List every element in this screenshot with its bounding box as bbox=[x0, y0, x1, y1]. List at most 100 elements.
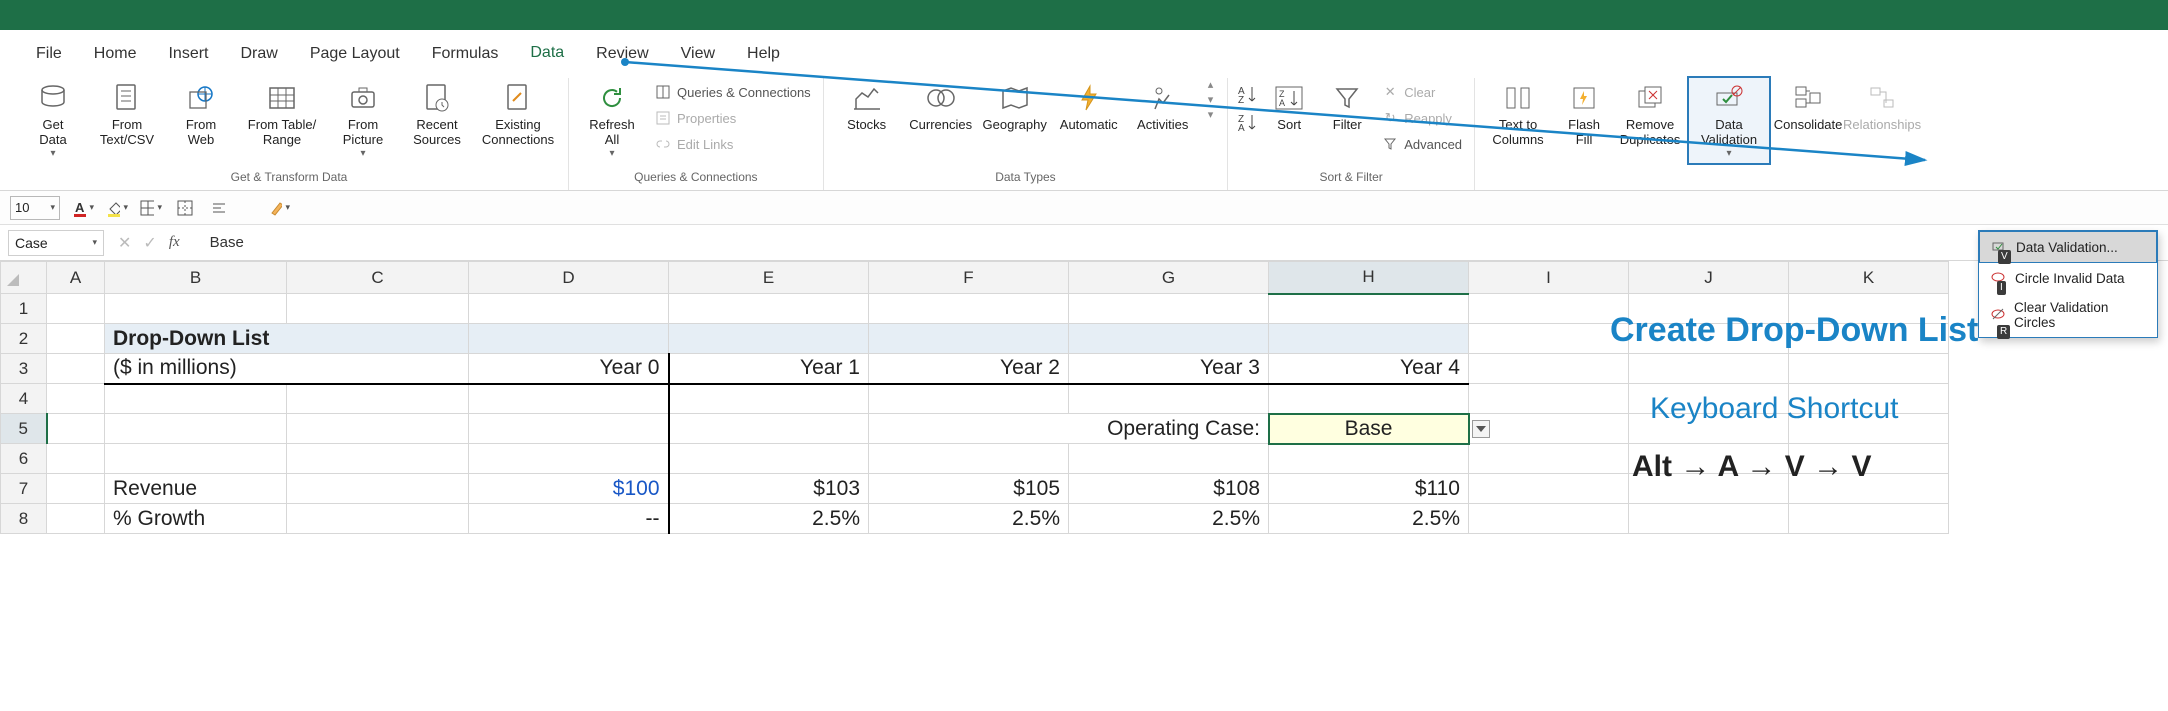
reapply-button[interactable]: ↻Reapply bbox=[1378, 108, 1466, 128]
gallery-up-icon[interactable]: ▴ bbox=[1208, 78, 1214, 91]
text-to-columns-button[interactable]: Text to Columns bbox=[1483, 78, 1553, 152]
cell-rev3[interactable]: $108 bbox=[1069, 474, 1269, 504]
select-all-corner[interactable] bbox=[1, 262, 47, 294]
sort-asc-button[interactable]: AZ bbox=[1236, 84, 1258, 104]
cell-g1[interactable]: 2.5% bbox=[669, 504, 869, 534]
tab-formulas[interactable]: Formulas bbox=[416, 39, 515, 71]
row-8[interactable]: 8 bbox=[1, 504, 47, 534]
row-4[interactable]: 4 bbox=[1, 384, 47, 414]
advanced-filter-button[interactable]: Advanced bbox=[1378, 134, 1466, 154]
consolidate-button[interactable]: Consolidate bbox=[1773, 78, 1843, 137]
row-2[interactable]: 2 bbox=[1, 324, 47, 354]
col-E[interactable]: E bbox=[669, 262, 869, 294]
cell-units[interactable]: ($ in millions) bbox=[105, 354, 469, 384]
from-picture-button[interactable]: From Picture▾ bbox=[328, 78, 398, 163]
filter-button[interactable]: Filter bbox=[1320, 78, 1374, 137]
flash-fill-button[interactable]: Flash Fill bbox=[1557, 78, 1611, 152]
clear-filter-button[interactable]: ✕Clear bbox=[1378, 82, 1466, 102]
col-A[interactable]: A bbox=[47, 262, 105, 294]
cell-revenue-label[interactable]: Revenue bbox=[105, 474, 287, 504]
fx-icon[interactable]: fx bbox=[169, 234, 190, 251]
col-J[interactable]: J bbox=[1629, 262, 1789, 294]
cell-year2[interactable]: Year 2 bbox=[869, 354, 1069, 384]
font-size-select[interactable]: 10▾ bbox=[10, 196, 60, 220]
geography-button[interactable]: Geography bbox=[980, 78, 1050, 137]
row-6[interactable]: 6 bbox=[1, 444, 47, 474]
col-C[interactable]: C bbox=[287, 262, 469, 294]
cell-rev4[interactable]: $110 bbox=[1269, 474, 1469, 504]
tab-help[interactable]: Help bbox=[731, 39, 796, 71]
cell-g3[interactable]: 2.5% bbox=[1069, 504, 1269, 534]
cell-year3[interactable]: Year 3 bbox=[1069, 354, 1269, 384]
borders-grid-button[interactable] bbox=[174, 197, 196, 219]
row-7[interactable]: 7 bbox=[1, 474, 47, 504]
font-color-button[interactable]: A▾ bbox=[72, 197, 94, 219]
gallery-down-icon[interactable]: ▾ bbox=[1208, 93, 1214, 106]
tab-insert[interactable]: Insert bbox=[152, 39, 224, 71]
sort-desc-button[interactable]: ZA bbox=[1236, 112, 1258, 132]
clear-formatting-button[interactable]: ▾ bbox=[268, 197, 290, 219]
cell-g0[interactable]: -- bbox=[469, 504, 669, 534]
cell-opcase-value[interactable]: Base bbox=[1269, 414, 1469, 444]
camera-icon bbox=[347, 82, 379, 114]
col-I[interactable]: I bbox=[1469, 262, 1629, 294]
cell-rev2[interactable]: $105 bbox=[869, 474, 1069, 504]
tab-home[interactable]: Home bbox=[78, 39, 153, 71]
refresh-all-button[interactable]: Refresh All▾ bbox=[577, 78, 647, 163]
tab-page-layout[interactable]: Page Layout bbox=[294, 39, 416, 71]
automatic-button[interactable]: Automatic bbox=[1054, 78, 1124, 137]
existing-connections-button[interactable]: Existing Connections bbox=[476, 78, 560, 152]
fill-color-button[interactable]: ▾ bbox=[106, 197, 128, 219]
circle-invalid-data-item[interactable]: Circle Invalid Data I bbox=[1979, 263, 2157, 293]
tab-view[interactable]: View bbox=[665, 39, 731, 71]
col-F[interactable]: F bbox=[869, 262, 1069, 294]
cell-rev0[interactable]: $100 bbox=[469, 474, 669, 504]
col-B[interactable]: B bbox=[105, 262, 287, 294]
col-D[interactable]: D bbox=[469, 262, 669, 294]
get-data-button[interactable]: Get Data▾ bbox=[18, 78, 88, 163]
col-G[interactable]: G bbox=[1069, 262, 1269, 294]
dropdown-handle[interactable] bbox=[1472, 420, 1490, 438]
queries-connections-button[interactable]: Queries & Connections bbox=[651, 82, 815, 102]
cell-rev1[interactable]: $103 bbox=[669, 474, 869, 504]
tab-file[interactable]: File bbox=[20, 39, 78, 71]
tab-data[interactable]: Data bbox=[514, 38, 580, 73]
cell-year1[interactable]: Year 1 bbox=[669, 354, 869, 384]
from-text-csv-button[interactable]: From Text/CSV bbox=[92, 78, 162, 152]
relationships-button[interactable]: Relationships bbox=[1847, 78, 1917, 137]
sort-button[interactable]: ZA Sort bbox=[1262, 78, 1316, 137]
recent-sources-button[interactable]: Recent Sources bbox=[402, 78, 472, 152]
tab-draw[interactable]: Draw bbox=[224, 39, 293, 71]
edit-links-button[interactable]: Edit Links bbox=[651, 134, 815, 154]
tab-review[interactable]: Review bbox=[580, 39, 664, 71]
cell-opcase-label[interactable]: Operating Case: bbox=[869, 414, 1269, 444]
borders-button[interactable]: ▾ bbox=[140, 197, 162, 219]
col-K[interactable]: K bbox=[1789, 262, 1949, 294]
cell-year0[interactable]: Year 0 bbox=[469, 354, 669, 384]
currencies-button[interactable]: Currencies bbox=[906, 78, 976, 137]
cell-growth-label[interactable]: % Growth bbox=[105, 504, 287, 534]
cell-g2[interactable]: 2.5% bbox=[869, 504, 1069, 534]
formula-input[interactable] bbox=[204, 230, 2168, 256]
cell-title[interactable]: Drop-Down List bbox=[105, 324, 469, 354]
cancel-formula-button[interactable]: ✕ bbox=[118, 233, 131, 253]
from-web-button[interactable]: From Web bbox=[166, 78, 236, 152]
from-table-button[interactable]: From Table/ Range bbox=[240, 78, 324, 152]
properties-button[interactable]: Properties bbox=[651, 108, 815, 128]
stocks-button[interactable]: Stocks bbox=[832, 78, 902, 137]
remove-duplicates-button[interactable]: Remove Duplicates bbox=[1615, 78, 1685, 152]
activities-button[interactable]: Activities bbox=[1128, 78, 1198, 137]
cell-year4[interactable]: Year 4 bbox=[1269, 354, 1469, 384]
clear-validation-circles-item[interactable]: Clear Validation Circles R bbox=[1979, 293, 2157, 337]
row-5[interactable]: 5 bbox=[1, 414, 47, 444]
gallery-more-icon[interactable]: ▾ bbox=[1208, 108, 1214, 121]
data-validation-menu-item[interactable]: Data Validation... V bbox=[1979, 231, 2157, 263]
align-button[interactable] bbox=[208, 197, 230, 219]
row-3[interactable]: 3 bbox=[1, 354, 47, 384]
cell-g4[interactable]: 2.5% bbox=[1269, 504, 1469, 534]
data-validation-button[interactable]: Data Validation▾ bbox=[1689, 78, 1769, 163]
col-H[interactable]: H bbox=[1269, 262, 1469, 294]
name-box[interactable]: Case▾ bbox=[8, 230, 104, 256]
row-1[interactable]: 1 bbox=[1, 294, 47, 324]
enter-formula-button[interactable]: ✓ bbox=[143, 233, 156, 253]
